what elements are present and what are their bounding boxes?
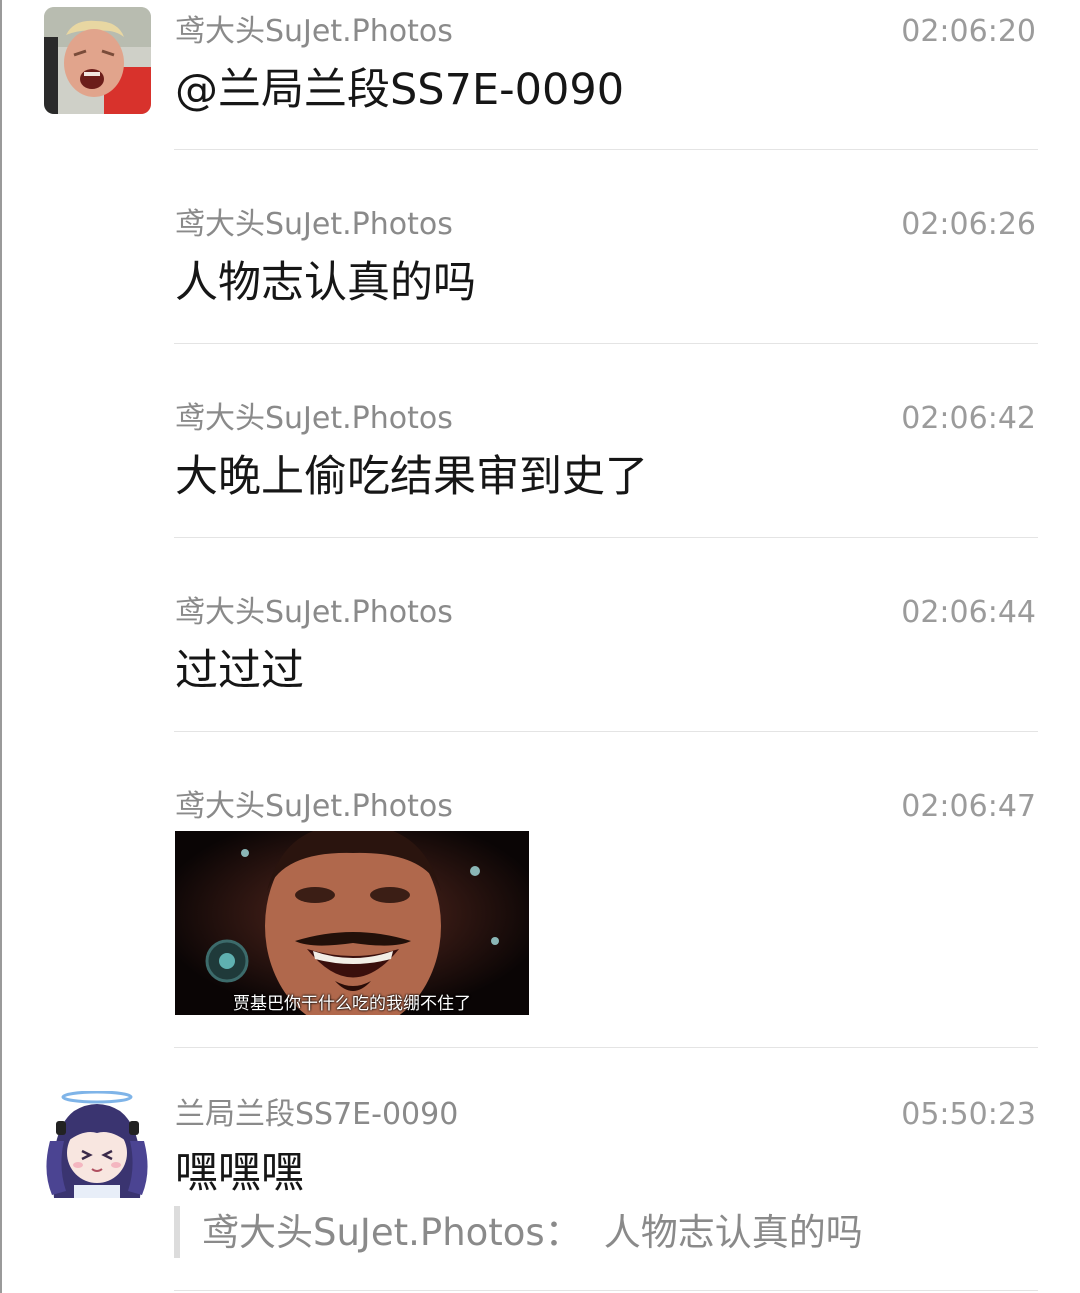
message-sender[interactable]: 鸢大头SuJet.Photos xyxy=(175,14,453,50)
message-sender[interactable]: 鸢大头SuJet.Photos xyxy=(175,207,453,243)
message-divider xyxy=(174,537,1038,538)
message-timestamp: 02:06:42 xyxy=(901,401,1036,436)
quoted-reply[interactable]: 鸢大头SuJet.Photos： 人物志认真的吗 xyxy=(202,1210,863,1256)
message-text[interactable]: 人物志认真的吗 xyxy=(175,257,476,309)
sender-avatar[interactable] xyxy=(44,7,151,114)
message-timestamp: 02:06:26 xyxy=(901,207,1036,242)
message-text[interactable]: 嘿嘿嘿 xyxy=(175,1147,304,1199)
message-timestamp: 05:50:23 xyxy=(901,1097,1036,1132)
message-divider xyxy=(174,731,1038,732)
quote-bar xyxy=(174,1206,180,1258)
message-divider xyxy=(174,149,1038,150)
message-text[interactable]: 大晚上偷吃结果审到史了 xyxy=(175,451,648,503)
window-edge xyxy=(0,0,2,1293)
meme-image[interactable]: 贾基巴你干什么吃的我绷不住了 xyxy=(175,831,529,1015)
quote-text: 人物志认真的吗 xyxy=(603,1211,863,1254)
message-text[interactable]: @兰局兰段SS7E-0090 xyxy=(175,64,624,116)
quote-sender: 鸢大头SuJet.Photos： xyxy=(202,1211,582,1254)
sender-avatar[interactable] xyxy=(44,1091,151,1198)
meme-caption: 贾基巴你干什么吃的我绷不住了 xyxy=(233,994,471,1014)
message-text[interactable]: 过过过 xyxy=(175,645,304,697)
message-divider xyxy=(174,1047,1038,1048)
message-sender[interactable]: 鸢大头SuJet.Photos xyxy=(175,595,453,631)
message-timestamp: 02:06:20 xyxy=(901,14,1036,49)
message-sender[interactable]: 鸢大头SuJet.Photos xyxy=(175,789,453,825)
message-sender[interactable]: 兰局兰段SS7E-0090 xyxy=(175,1097,458,1133)
message-divider xyxy=(174,1290,1038,1291)
message-timestamp: 02:06:44 xyxy=(901,595,1036,630)
message-sender[interactable]: 鸢大头SuJet.Photos xyxy=(175,401,453,437)
message-divider xyxy=(174,343,1038,344)
message-timestamp: 02:06:47 xyxy=(901,789,1036,824)
